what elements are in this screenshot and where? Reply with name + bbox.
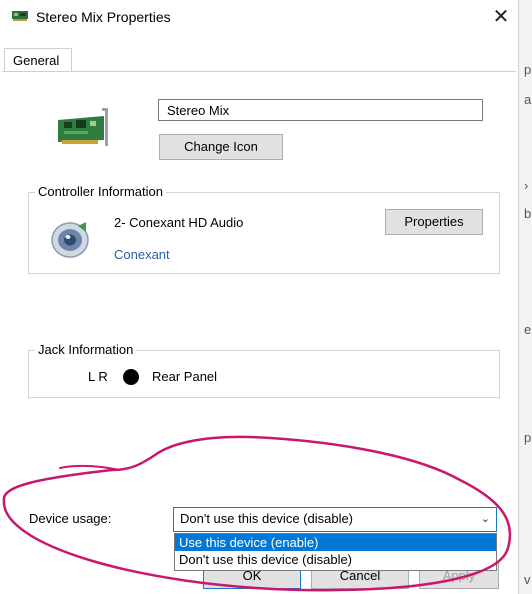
device-usage-label: Device usage: <box>29 511 112 526</box>
device-usage-dropdown-list: Use this device (enable) Don't use this … <box>174 533 497 571</box>
device-usage-select[interactable]: Don't use this device (disable) ⌄ <box>173 507 497 532</box>
tab-strip: General <box>0 48 518 72</box>
close-icon: ✕ <box>492 6 510 28</box>
device-name-field[interactable] <box>158 99 483 121</box>
title-bar: Stereo Mix Properties ✕ <box>0 0 518 36</box>
jack-color-dot <box>123 369 139 385</box>
controller-information-heading: Controller Information <box>35 184 166 199</box>
device-usage-selected-value: Don't use this device (disable) <box>180 511 354 526</box>
controller-name: 2- Conexant HD Audio <box>114 215 244 230</box>
change-icon-button[interactable]: Change Icon <box>159 134 283 160</box>
close-button[interactable]: ✕ <box>488 4 514 32</box>
vendor-link[interactable]: Conexant <box>114 247 170 262</box>
window-title: Stereo Mix Properties <box>36 9 171 25</box>
tab-general[interactable]: General <box>4 48 72 71</box>
option-enable[interactable]: Use this device (enable) <box>175 534 496 551</box>
sound-card-icon <box>58 108 108 146</box>
chevron-down-icon: ⌄ <box>480 513 490 525</box>
properties-dialog: Stereo Mix Properties ✕ General Change I… <box>0 0 518 594</box>
controller-properties-button[interactable]: Properties <box>385 209 483 235</box>
speaker-icon <box>51 222 89 258</box>
jack-information-heading: Jack Information <box>35 342 137 357</box>
background-window-edge: p a › b e p v <box>518 0 532 594</box>
jack-channels: L R <box>88 369 108 384</box>
sound-card-icon <box>12 11 28 21</box>
jack-location: Rear Panel <box>152 369 218 384</box>
option-disable[interactable]: Don't use this device (disable) <box>175 551 496 568</box>
